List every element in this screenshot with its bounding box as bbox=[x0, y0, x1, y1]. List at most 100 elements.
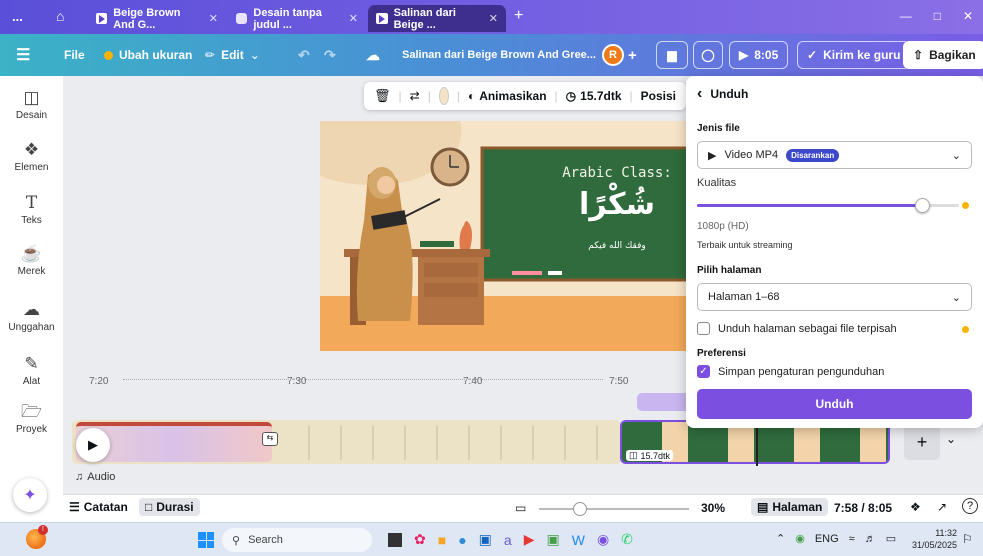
animate-button[interactable]: ◐ Animasikan bbox=[468, 89, 547, 103]
amazon-icon[interactable]: a bbox=[504, 532, 512, 548]
store-icon[interactable]: ▣ bbox=[479, 531, 492, 548]
sidebar-item-uploads[interactable]: ☁ Unggahan bbox=[0, 298, 63, 333]
transition-icon[interactable]: ⇆ bbox=[262, 432, 278, 446]
add-collaborator-icon[interactable]: + bbox=[628, 34, 637, 76]
pages-button[interactable]: ▤ Halaman bbox=[751, 498, 829, 516]
separate-files-option[interactable]: Unduh halaman sebagai file terpisah bbox=[697, 322, 897, 335]
sidebar-item-elements[interactable]: ❖ Elemen bbox=[0, 138, 63, 173]
panel-back-button[interactable]: ‹ Unduh bbox=[697, 85, 748, 103]
zoom-level[interactable]: 30% bbox=[701, 501, 725, 515]
youtube-icon[interactable]: ▶ bbox=[524, 531, 535, 548]
zoom-slider[interactable] bbox=[539, 508, 689, 510]
sidebar-item-brand[interactable]: ☕ Merek bbox=[0, 242, 63, 277]
pages-select[interactable]: Halaman 1–68 ⌄ bbox=[697, 283, 972, 311]
language-indicator[interactable]: ENG bbox=[815, 533, 839, 545]
grid-view-icon[interactable]: ❖ bbox=[910, 500, 921, 514]
word-icon[interactable]: W bbox=[572, 532, 585, 548]
browser-tab[interactable]: Desain tanpa judul ... ✕ bbox=[228, 5, 366, 32]
cloud-saved-icon[interactable]: ☁ bbox=[366, 34, 380, 76]
avatar[interactable]: R bbox=[602, 44, 624, 66]
separate-files-checkbox[interactable] bbox=[697, 322, 710, 335]
quality-slider-thumb[interactable] bbox=[915, 198, 931, 213]
clock-icon: ◷ bbox=[565, 89, 577, 103]
new-tab-button[interactable]: + bbox=[514, 7, 523, 25]
windows-start-icon[interactable] bbox=[198, 532, 214, 548]
clock-date: 31/05/2025 bbox=[912, 540, 958, 550]
save-settings-checkbox[interactable]: ✓ bbox=[697, 365, 710, 378]
close-tab-icon[interactable]: ✕ bbox=[349, 12, 358, 25]
separate-files-label: Unduh halaman sebagai file terpisah bbox=[718, 322, 897, 335]
quality-slider[interactable] bbox=[697, 198, 959, 213]
wifi-icon[interactable]: ≈ bbox=[849, 533, 855, 545]
magic-assistant-button[interactable]: ✦ bbox=[13, 478, 47, 512]
undo-icon[interactable]: ↶ bbox=[298, 34, 310, 76]
fullscreen-icon[interactable]: ↗ bbox=[937, 500, 947, 514]
send-to-teacher-button[interactable]: ✓ Kirim ke guru bbox=[797, 34, 911, 76]
task-view-icon[interactable] bbox=[388, 532, 402, 547]
widgets-icon[interactable]: ✿ bbox=[414, 531, 426, 548]
edge-icon[interactable]: ● bbox=[458, 532, 466, 548]
timer-icon: □ bbox=[145, 500, 153, 514]
add-page-button[interactable]: + bbox=[904, 424, 940, 460]
help-icon[interactable]: ? bbox=[962, 498, 978, 514]
browser-tab[interactable]: Beige Brown And G... ✕ bbox=[88, 5, 226, 32]
resize-button[interactable]: Ubah ukuran bbox=[104, 34, 192, 76]
taskbar-clock[interactable]: 11:32 31/05/2025 bbox=[912, 527, 957, 551]
insights-button[interactable]: ▆ bbox=[656, 34, 688, 76]
chevron-up-icon[interactable]: ⌃ bbox=[776, 532, 785, 545]
maximize-button[interactable]: □ bbox=[934, 9, 941, 23]
position-button[interactable]: Posisi bbox=[641, 89, 676, 103]
minimize-button[interactable]: — bbox=[900, 9, 912, 23]
document-title[interactable]: Salinan dari Beige Brown And Gree... bbox=[402, 34, 596, 76]
file-menu[interactable]: File bbox=[64, 34, 85, 76]
volume-icon[interactable]: ♬ bbox=[865, 533, 876, 545]
trash-icon[interactable]: 🗑 bbox=[374, 88, 391, 104]
comments-button[interactable]: ◯ bbox=[693, 34, 723, 76]
close-tab-icon[interactable]: ✕ bbox=[489, 12, 498, 25]
canva-icon[interactable]: ◉ bbox=[597, 531, 609, 548]
music-note-icon: ♫ bbox=[75, 471, 84, 483]
sidebar-item-design[interactable]: ◫ Desain bbox=[0, 86, 63, 121]
flip-icon[interactable]: ⇄ bbox=[410, 89, 420, 103]
download-button[interactable]: Unduh bbox=[697, 389, 972, 419]
tray-app-icon[interactable]: ◉ bbox=[795, 532, 805, 545]
close-tab-icon[interactable]: ✕ bbox=[209, 12, 218, 25]
redo-icon[interactable]: ↷ bbox=[324, 34, 336, 76]
comment-icon: ◯ bbox=[693, 41, 723, 69]
sidebar-item-text[interactable]: T Teks bbox=[0, 191, 63, 226]
app-icon[interactable]: ▣ bbox=[546, 531, 559, 548]
file-explorer-icon[interactable]: ■ bbox=[438, 532, 446, 548]
timeline-clip[interactable] bbox=[278, 426, 618, 460]
browser-tab-active[interactable]: Salinan dari Beige ... ✕ bbox=[368, 5, 506, 32]
duration-button[interactable]: ◷ 15.7dtk bbox=[566, 89, 622, 103]
close-window-button[interactable]: ✕ bbox=[963, 9, 973, 23]
sidebar-item-tools[interactable]: ✎ Alat bbox=[0, 352, 63, 387]
present-button[interactable]: ▶ 8:05 bbox=[729, 34, 789, 76]
playhead-marker[interactable] bbox=[637, 393, 686, 411]
home-icon[interactable]: ⌂ bbox=[56, 8, 64, 24]
color-swatch[interactable] bbox=[438, 87, 449, 105]
preferences-label: Preferensi bbox=[697, 348, 746, 359]
main-menu-icon[interactable]: ☰ bbox=[16, 34, 30, 76]
whatsapp-icon[interactable]: ✆ bbox=[621, 531, 633, 548]
file-type-label: Jenis file bbox=[697, 123, 740, 134]
zoom-slider-thumb[interactable] bbox=[573, 502, 587, 516]
slide-canvas[interactable]: Arabic Class: شُكْرًا وفقك الله فيكم bbox=[320, 121, 700, 351]
file-type-select[interactable]: ▶ Video MP4 Disarankan ⌄ bbox=[697, 141, 972, 169]
chevron-down-icon[interactable]: ⌄ bbox=[946, 432, 956, 446]
taskbar-search[interactable]: ⚲ Search bbox=[222, 528, 372, 552]
play-button[interactable]: ▶ bbox=[76, 428, 110, 462]
duration-toggle[interactable]: □ Durasi bbox=[139, 498, 200, 516]
fit-screen-icon[interactable]: ▭ bbox=[515, 501, 526, 515]
slide-arabic-word: شُكْرًا bbox=[579, 187, 655, 222]
edit-menu[interactable]: ✏ Edit ⌄ bbox=[205, 34, 260, 76]
notes-button[interactable]: ☰ Catatan bbox=[69, 500, 128, 514]
save-settings-option[interactable]: ✓ Simpan pengaturan pengunduhan bbox=[697, 365, 884, 378]
audio-track-label[interactable]: ♫ Audio bbox=[75, 471, 115, 483]
notifications-icon[interactable]: ⚐ bbox=[962, 532, 973, 546]
browser-menu-button[interactable]: ... bbox=[12, 9, 23, 24]
share-button[interactable]: ⇧ Bagikan bbox=[903, 34, 983, 76]
sidebar-item-projects[interactable]: 🗁 Proyek bbox=[0, 400, 63, 435]
timeline-ruler[interactable]: 7:20 7:30 7:40 7:50 bbox=[63, 370, 693, 392]
battery-icon[interactable]: ▭ bbox=[886, 532, 896, 545]
